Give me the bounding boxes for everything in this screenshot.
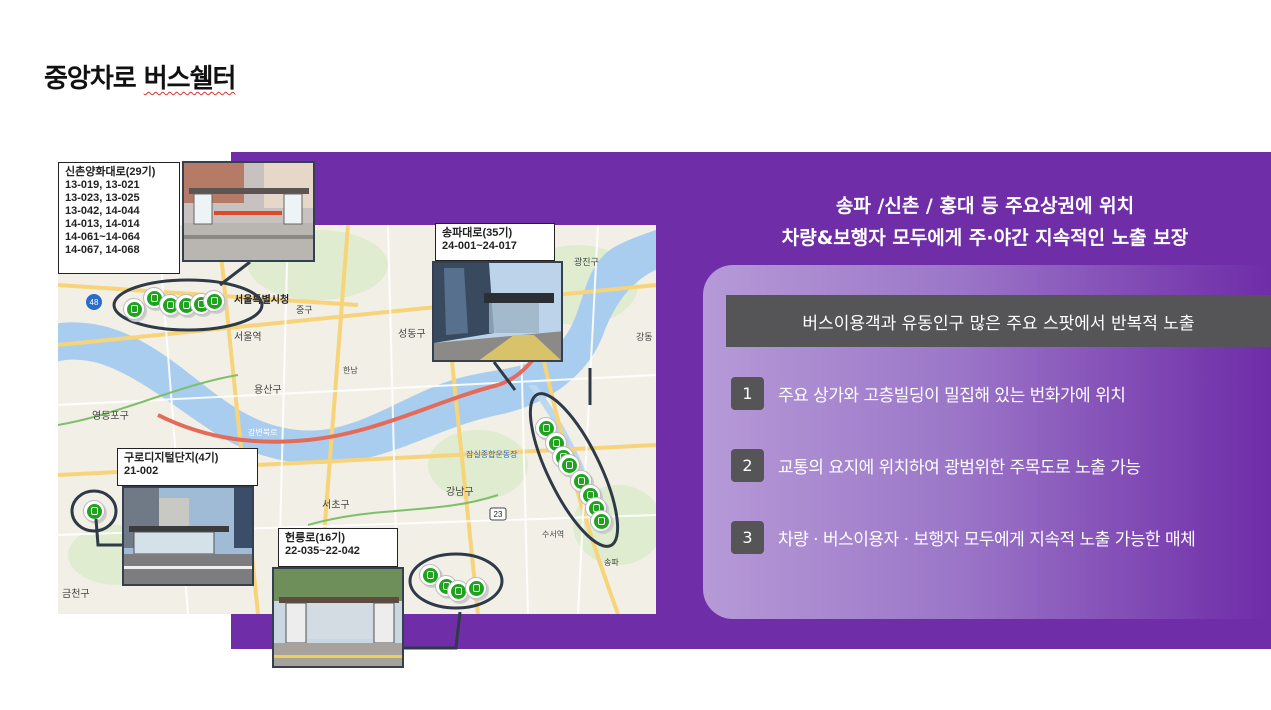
point-text: 차량 · 버스이용자 · 보행자 모두에게 지속적 노출 가능한 매체 bbox=[778, 530, 1196, 550]
label-geumcheon: 금천구 bbox=[62, 588, 90, 600]
songpa-shelter-photo bbox=[432, 261, 563, 362]
location-name: 구로디지털단지(4기) bbox=[124, 452, 219, 464]
feature-point-2: 2 교통의 요지에 위치하여 광범위한 주목도로 노출 가능 bbox=[731, 449, 1141, 482]
headline-line-1: 송파 /신촌 / 홍대 등 주요상권에 위치 bbox=[835, 195, 1135, 217]
route-48-badge: 48 bbox=[90, 298, 99, 307]
point-number: 1 bbox=[731, 377, 764, 410]
label-gangbyeon: 강변북로 bbox=[248, 427, 277, 437]
shelter-code: 14-013, 14-014 bbox=[65, 218, 140, 230]
bus-icon bbox=[561, 457, 577, 473]
shelter-code: 21-002 bbox=[124, 465, 159, 477]
label-gangdong: 강동 bbox=[636, 332, 653, 342]
heolleung-shelter-photo bbox=[272, 567, 404, 668]
shelter-code: 24-001~24-017 bbox=[442, 240, 517, 252]
label-songpa-station: 송파 bbox=[604, 558, 619, 567]
route-23-badge: 23 bbox=[494, 510, 503, 519]
label-seongdong: 성동구 bbox=[398, 328, 426, 340]
guro-shelter-photo bbox=[122, 486, 254, 586]
bus-icon bbox=[206, 293, 222, 309]
songpa-label: 송파대로(35기) 24-001~24-017 bbox=[435, 223, 555, 261]
location-name: 신촌양화대로(29기) bbox=[65, 166, 156, 178]
shelter-code: 14-067, 14-068 bbox=[65, 244, 140, 256]
label-yeongdeungpo: 영등포구 bbox=[92, 410, 129, 422]
headline-line-2: 차량&보행자 모두에게 주·야간 지속적인 노출 보장 bbox=[781, 227, 1189, 249]
label-gangnam: 강남구 bbox=[446, 486, 474, 498]
label-gwangjin: 광진구 bbox=[574, 256, 599, 267]
shelter-code: 13-042, 14-044 bbox=[65, 205, 140, 217]
shelter-code: 13-019, 13-021 bbox=[65, 179, 140, 191]
point-number: 3 bbox=[731, 521, 764, 554]
bus-icon bbox=[593, 513, 609, 529]
point-number: 2 bbox=[731, 449, 764, 482]
guro-label: 구로디지털단지(4기) 21-002 bbox=[117, 448, 258, 486]
location-name: 송파대로(35기) bbox=[442, 227, 513, 239]
headline: 송파 /신촌 / 홍대 등 주요상권에 위치 차량&보행자 모두에게 주·야간 … bbox=[700, 190, 1270, 254]
label-yongsan: 용산구 bbox=[254, 384, 282, 396]
sinchon-shelter-photo bbox=[182, 161, 315, 262]
bus-icon bbox=[468, 580, 484, 596]
feature-point-3: 3 차량 · 버스이용자 · 보행자 모두에게 지속적 노출 가능한 매체 bbox=[731, 521, 1196, 554]
shelter-code: 14-061~14-064 bbox=[65, 231, 140, 243]
label-seocho: 서초구 bbox=[322, 499, 350, 511]
bus-icon bbox=[126, 301, 142, 317]
bus-icon bbox=[86, 503, 102, 519]
feature-point-1: 1 주요 상가와 고층빌딩이 밀집해 있는 번화가에 위치 bbox=[731, 377, 1126, 410]
shelter-code: 22-035~22-042 bbox=[285, 545, 360, 557]
point-text: 교통의 요지에 위치하여 광범위한 주목도로 노출 가능 bbox=[778, 458, 1141, 478]
sinchon-label: 신촌양화대로(29기) 13-019, 13-021 13-023, 13-02… bbox=[58, 162, 180, 274]
heolleung-label: 헌릉로(16기) 22-035~22-042 bbox=[278, 528, 398, 567]
features-banner: 버스이용객과 유동인구 많은 주요 스팟에서 반복적 노출 bbox=[726, 295, 1271, 347]
label-junggu: 중구 bbox=[296, 305, 313, 315]
label-jamsil: 잠실종합운동장 bbox=[466, 449, 518, 459]
title-highlight: 버스쉘터 bbox=[143, 64, 237, 94]
bus-stop-marker bbox=[465, 577, 487, 599]
location-name: 헌릉로(16기) bbox=[285, 532, 346, 544]
bus-icon bbox=[450, 583, 466, 599]
page-title: 중앙차로 버스쉘터 bbox=[44, 64, 237, 94]
bus-stop-marker bbox=[590, 510, 612, 532]
bus-stop-marker bbox=[123, 298, 145, 320]
point-text: 주요 상가와 고층빌딩이 밀집해 있는 번화가에 위치 bbox=[778, 386, 1126, 406]
label-suseo: 수서역 bbox=[542, 529, 564, 539]
bus-stop-marker bbox=[203, 290, 225, 312]
label-seoul-station: 서울역 bbox=[234, 331, 262, 343]
bus-stop-marker bbox=[83, 500, 105, 522]
label-hannam: 한남 bbox=[343, 366, 358, 375]
shelter-code: 13-023, 13-025 bbox=[65, 192, 140, 204]
